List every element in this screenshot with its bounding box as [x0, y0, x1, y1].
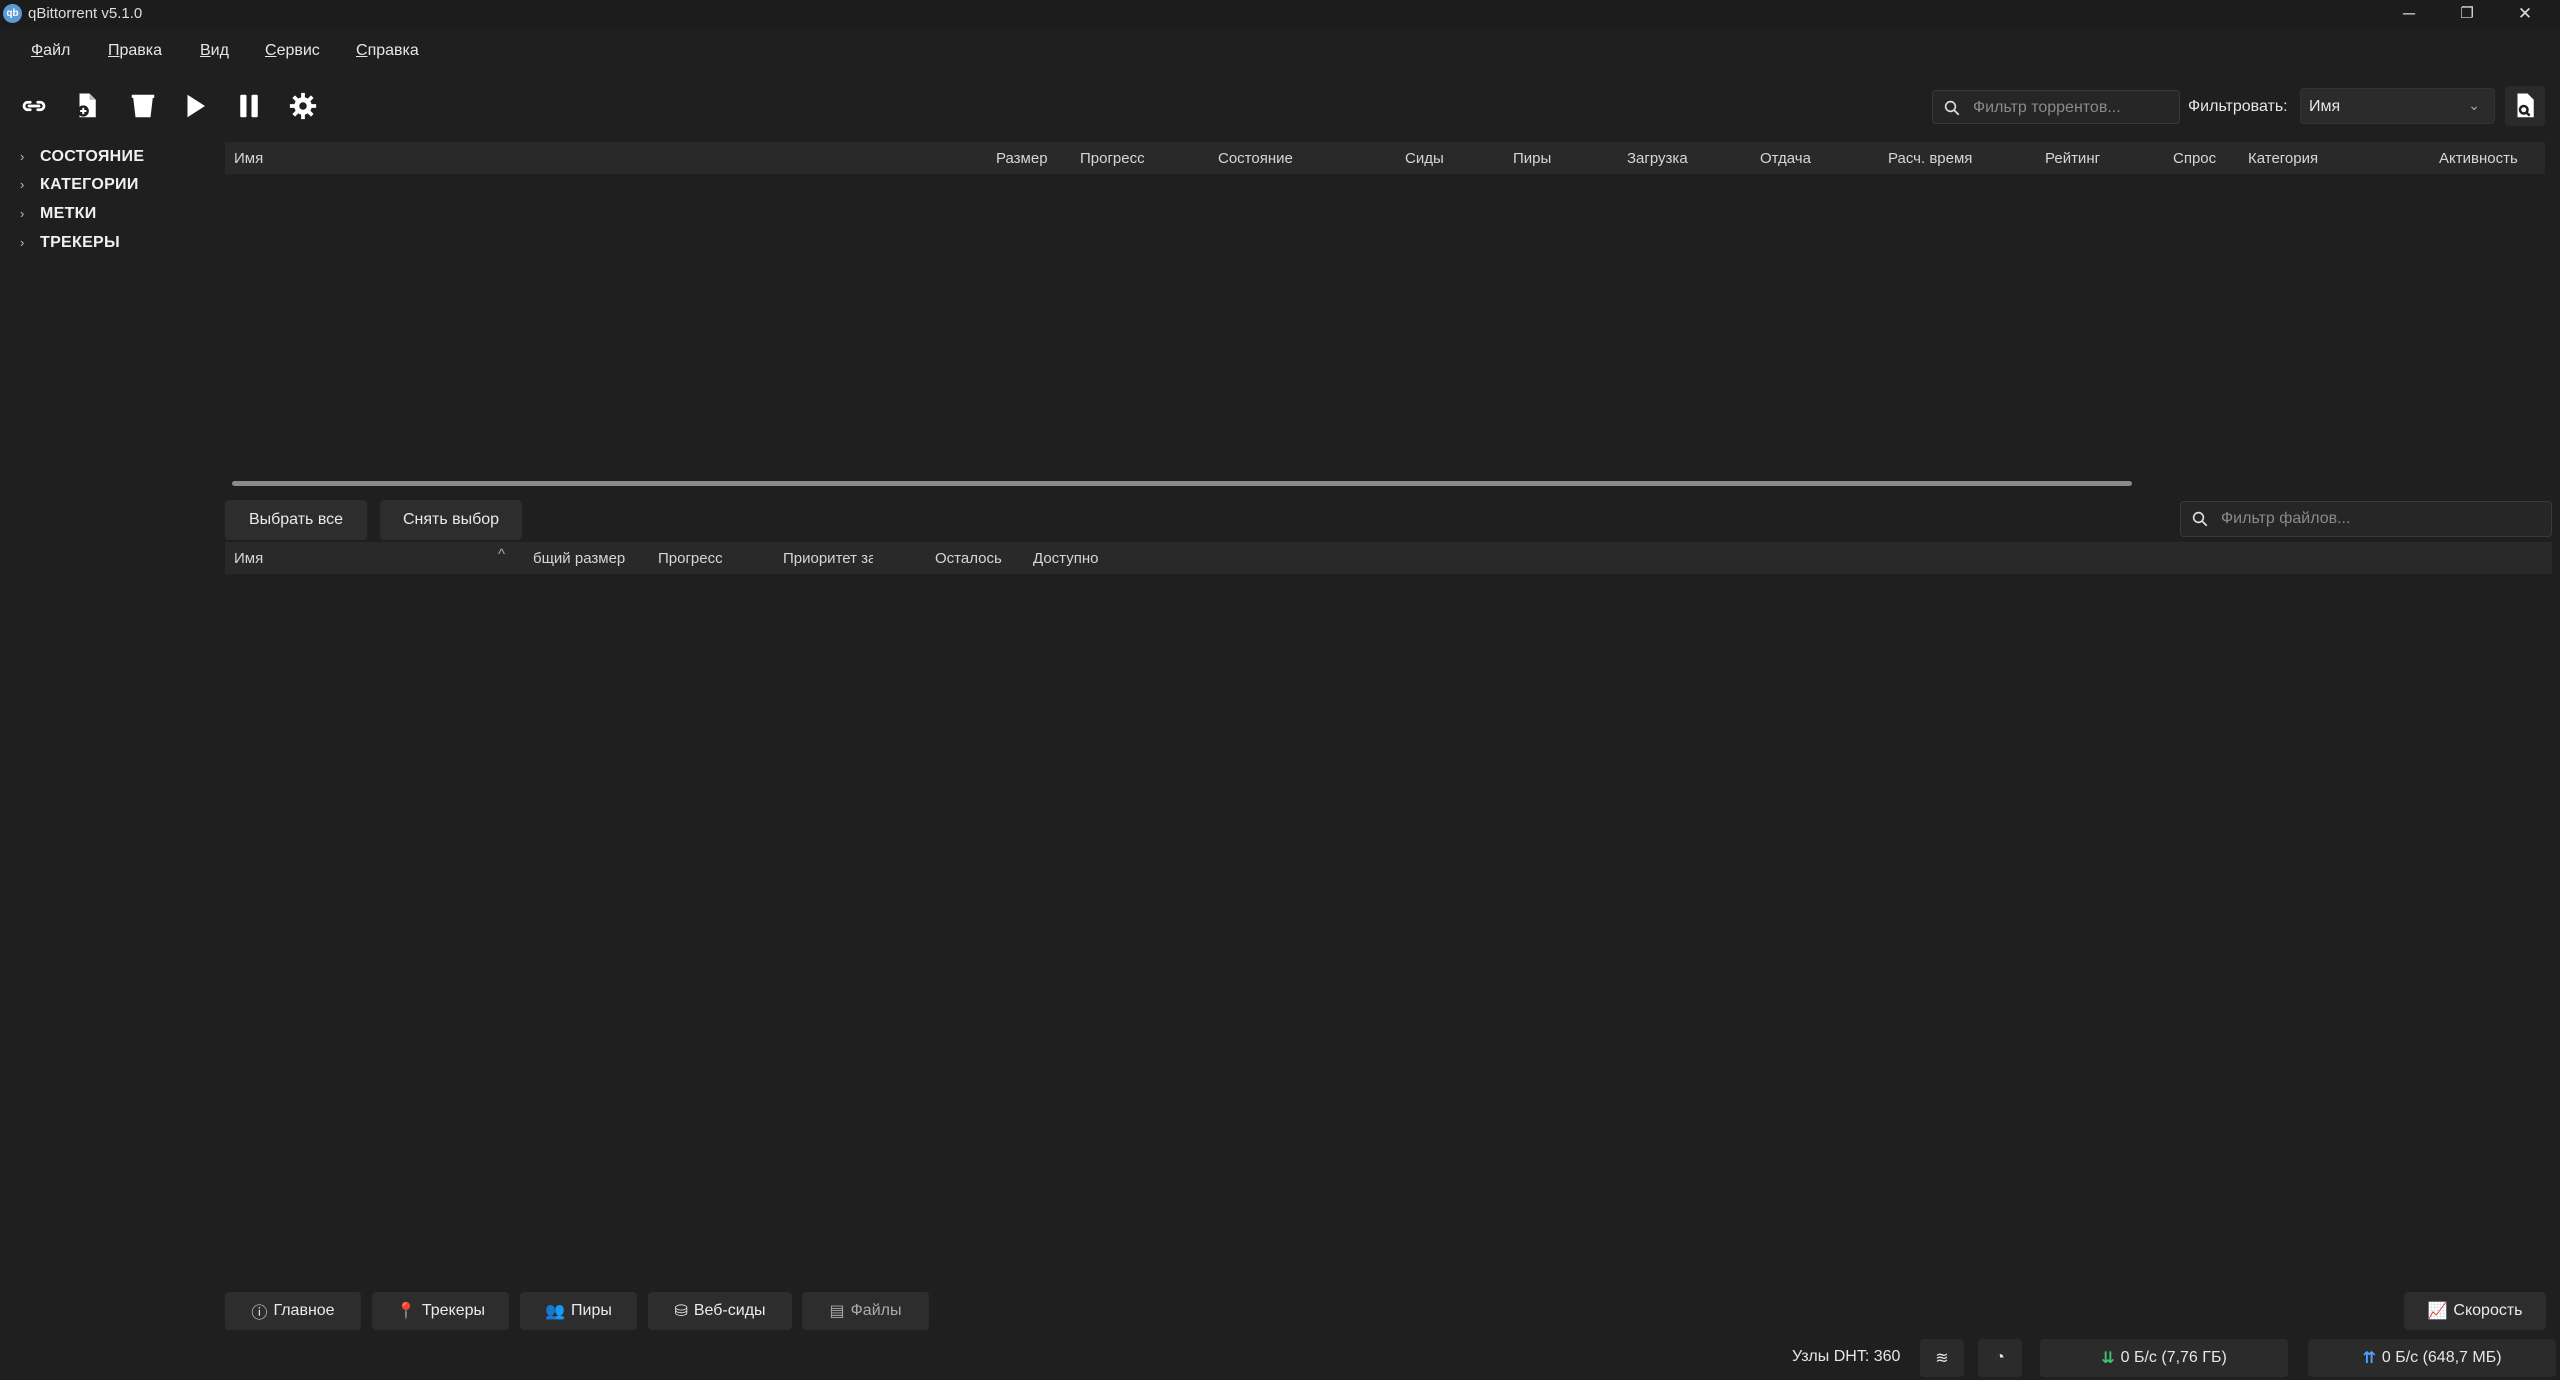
torrent-search-placeholder: Фильтр торрентов...: [1973, 99, 2121, 116]
start-button[interactable]: [176, 87, 214, 125]
download-arrows-icon: ⇊: [2101, 1350, 2115, 1367]
tab-webseeds[interactable]: ⛁ Веб-сиды: [648, 1292, 792, 1330]
add-link-button[interactable]: [15, 87, 53, 125]
pause-button[interactable]: [230, 87, 268, 125]
database-icon: ⛁: [674, 1303, 688, 1320]
col-priority[interactable]: Приоритет за: [783, 550, 873, 567]
chart-icon: 📈: [2427, 1303, 2448, 1320]
col-demand[interactable]: Спрос: [2173, 150, 2216, 167]
deselect-button[interactable]: Снять выбор: [380, 500, 522, 540]
menu-tools[interactable]: Сервис: [265, 42, 320, 60]
col-upload[interactable]: Отдача: [1760, 150, 1811, 167]
tab-peers[interactable]: 👥 Пиры: [520, 1292, 637, 1330]
file-search-placeholder: Фильтр файлов...: [2221, 510, 2351, 527]
link-icon: [22, 100, 46, 112]
pause-icon: [240, 94, 258, 118]
col-size[interactable]: Размер: [996, 150, 1048, 167]
select-all-button[interactable]: Выбрать все: [225, 500, 367, 540]
col-eta[interactable]: Расч. время: [1888, 150, 1972, 167]
sidebar-item-trackers[interactable]: › ТРЕКЕРЫ: [20, 234, 120, 256]
dht-nodes: Узлы DHT: 360: [1792, 1348, 1901, 1365]
connection-status-button[interactable]: ≋: [1920, 1339, 1964, 1377]
file-add-icon: [77, 93, 96, 118]
sidebar-item-categories[interactable]: › КАТЕГОРИИ: [20, 176, 139, 198]
sidebar-item-tags[interactable]: › МЕТКИ: [20, 205, 97, 227]
horizontal-scrollbar[interactable]: [232, 481, 2132, 486]
tab-general[interactable]: ⓘ Главное: [225, 1292, 361, 1330]
col-status[interactable]: Состояние: [1218, 150, 1293, 167]
window-title: qBittorrent v5.1.0: [28, 5, 143, 22]
menu-view[interactable]: Вид: [200, 42, 229, 60]
sort-ascending-icon: ^: [498, 546, 506, 563]
files-table-header: Имя ^ бщий размер Прогресс Приоритет за …: [225, 542, 2552, 574]
filter-label: Фильтровать:: [2188, 98, 2288, 115]
menu-edit[interactable]: Правка: [108, 42, 162, 60]
settings-button[interactable]: [284, 87, 322, 125]
col-name[interactable]: Имя: [234, 150, 263, 167]
col-download[interactable]: Загрузка: [1627, 150, 1688, 167]
sidebar-item-status[interactable]: › СОСТОЯНИЕ: [20, 148, 144, 170]
users-icon: 👥: [545, 1303, 566, 1320]
col-activity[interactable]: Активность: [2439, 150, 2518, 167]
chevron-down-icon: ⌄: [2468, 97, 2480, 113]
col-file-name[interactable]: Имя: [234, 550, 263, 567]
filter-column-select[interactable]: Имя ⌄: [2300, 88, 2495, 124]
maximize-button[interactable]: ❐: [2438, 0, 2496, 28]
col-ratio[interactable]: Рейтинг: [2045, 150, 2100, 167]
chevron-right-icon: ›: [20, 235, 25, 250]
file-search-input[interactable]: Фильтр файлов...: [2180, 501, 2552, 537]
col-peers[interactable]: Пиры: [1513, 150, 1551, 167]
torrent-table-header: Имя Размер Прогресс Состояние Сиды Пиры …: [225, 142, 2545, 174]
col-availability[interactable]: Доступно: [1033, 550, 1098, 567]
info-icon: ⓘ: [251, 1305, 268, 1322]
chevron-right-icon: ›: [20, 206, 25, 221]
delete-button[interactable]: [124, 87, 162, 125]
col-file-progress[interactable]: Прогресс: [658, 550, 723, 567]
gear-icon: [289, 92, 317, 120]
rss-button[interactable]: [2505, 86, 2545, 126]
chevron-right-icon: ›: [20, 177, 25, 192]
file-search-icon: [2517, 93, 2534, 118]
chevron-right-icon: ›: [20, 149, 25, 164]
tab-trackers[interactable]: 📍 Трекеры: [372, 1292, 509, 1330]
col-remaining[interactable]: Осталось: [935, 550, 1002, 567]
trash-icon: [131, 94, 155, 118]
upload-speed-button[interactable]: ⇈ 0 Б/с (648,7 МБ): [2308, 1339, 2556, 1377]
title-bar: qb qBittorrent v5.1.0 ─ ❐ ✕: [0, 0, 2560, 28]
close-button[interactable]: ✕: [2496, 0, 2554, 28]
col-seeds[interactable]: Сиды: [1405, 150, 1444, 167]
search-icon: [1944, 100, 1960, 116]
speed-limit-button[interactable]: ◔: [1978, 1339, 2022, 1377]
file-icon: ▤: [829, 1303, 845, 1320]
play-icon: [187, 94, 205, 118]
pin-icon: 📍: [395, 1303, 416, 1320]
upload-arrows-icon: ⇈: [2362, 1350, 2376, 1367]
gauge-icon: ◔: [1995, 1349, 2005, 1366]
minimize-button[interactable]: ─: [2380, 0, 2438, 28]
add-torrent-file-button[interactable]: [68, 87, 106, 125]
filter-select-value: Имя: [2309, 98, 2341, 115]
wifi-icon: ≋: [1935, 1350, 1949, 1367]
speed-button[interactable]: 📈 Скорость: [2404, 1292, 2546, 1330]
col-progress[interactable]: Прогресс: [1080, 150, 1145, 167]
menu-file[interactable]: Файл: [31, 42, 70, 60]
download-speed-button[interactable]: ⇊ 0 Б/с (7,76 ГБ): [2040, 1339, 2288, 1377]
torrent-search-input[interactable]: Фильтр торрентов...: [1932, 90, 2180, 124]
tab-files[interactable]: ▤ Файлы: [802, 1292, 929, 1330]
search-icon: [2192, 511, 2208, 527]
col-total-size[interactable]: бщий размер: [533, 550, 625, 567]
app-logo-icon: qb: [3, 4, 22, 23]
menu-help[interactable]: Справка: [356, 42, 419, 60]
col-category[interactable]: Категория: [2248, 150, 2318, 167]
